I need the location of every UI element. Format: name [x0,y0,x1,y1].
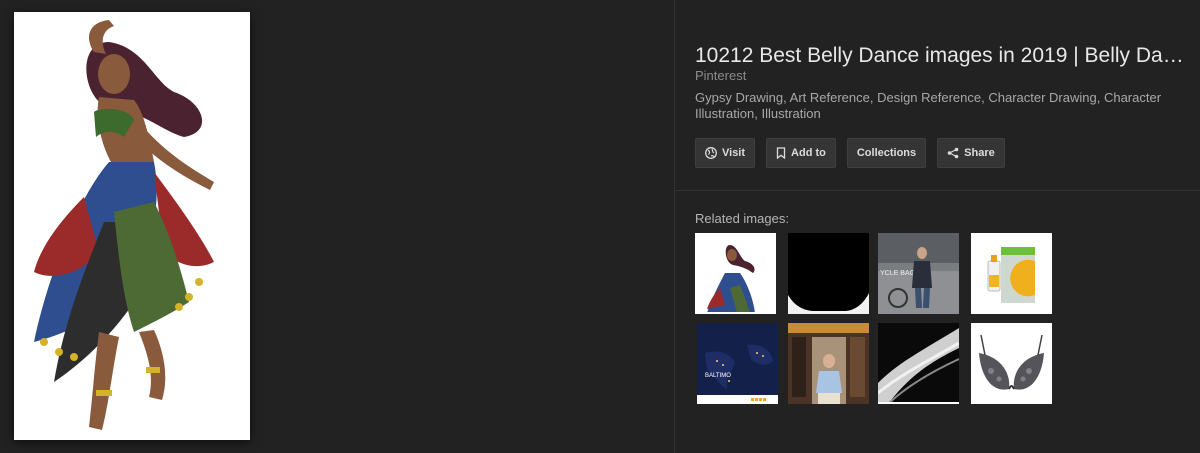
related-thumb-fabric-texture[interactable] [878,323,959,404]
brand-text: BALTIMO [705,373,731,379]
share-button[interactable]: Share [937,138,1005,168]
action-buttons: Visit Add to Collections Share [695,138,1005,168]
globe-icon [705,147,717,159]
related-thumb-dark-spotlight[interactable] [788,233,869,314]
share-label: Share [964,147,995,159]
result-tags: Gypsy Drawing, Art Reference, Design Ref… [695,90,1162,121]
result-source: Pinterest [695,68,747,83]
collections-button[interactable]: Collections [846,138,927,168]
related-thumb-world-map[interactable]: BALTIMO [697,323,778,404]
related-images-label: Related images: [695,211,789,226]
add-to-button[interactable]: Add to [766,138,836,168]
section-divider [675,190,1200,191]
collections-label: Collections [856,147,917,159]
visit-button[interactable]: Visit [695,138,756,168]
bookmark-icon [776,147,786,159]
details-pane: 10212 Best Belly Dance images in 2019 | … [675,0,1200,453]
related-thumb-street-man[interactable]: YCLE BAG [878,233,959,314]
related-thumb-dancer[interactable] [695,233,776,314]
related-thumb-woman-doorway[interactable] [788,323,869,404]
shop-sign-text: YCLE BAG [880,270,915,277]
related-thumb-lace-bra[interactable] [971,323,1052,404]
image-preview-pane [0,0,674,453]
visit-label: Visit [722,147,746,159]
related-thumb-product-box[interactable] [971,233,1052,314]
share-icon [947,147,959,159]
result-title[interactable]: 10212 Best Belly Dance images in 2019 | … [695,44,1185,68]
add-to-label: Add to [791,147,826,159]
main-image[interactable] [14,12,250,440]
belly-dancer-illustration [14,12,250,440]
